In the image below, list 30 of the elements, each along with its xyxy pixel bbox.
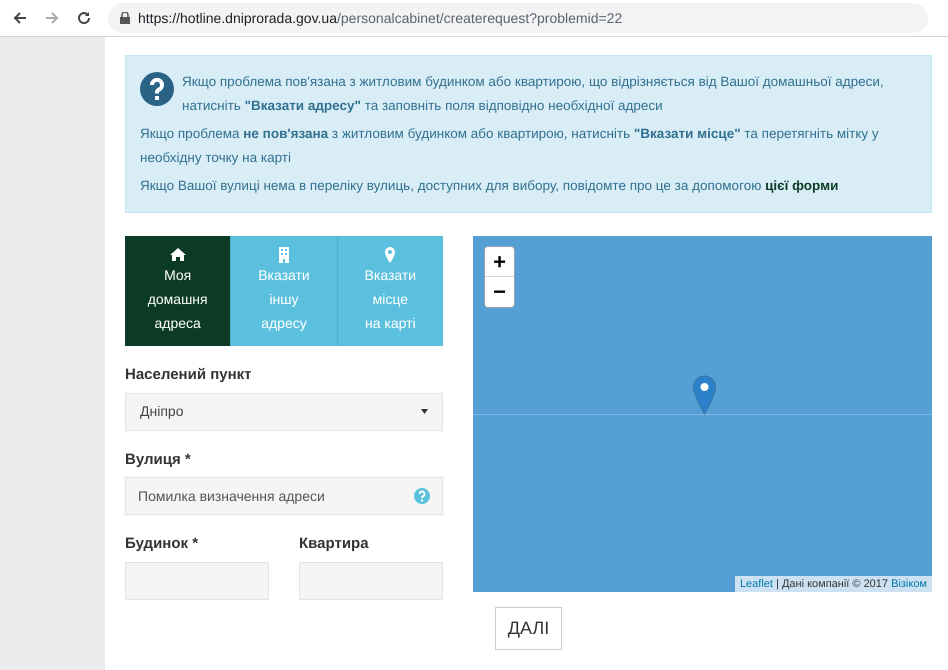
lock-icon	[120, 12, 130, 24]
address-bar[interactable]: https://hotline.dniprorada.gov.ua/personalcabinet/createrequest?problemid=22	[108, 3, 928, 33]
url-text: https://hotline.dniprorada.gov.ua/personalcabinet/createrequest?problemid=22	[138, 8, 622, 28]
map-attribution: Leaflet | Дані компанії © 2017 Візіком	[734, 576, 932, 592]
house-field[interactable]	[125, 562, 269, 600]
flat-field[interactable]	[299, 562, 443, 600]
zoom-out-button[interactable]: −	[485, 277, 514, 307]
form-link[interactable]: цієї форми	[765, 178, 838, 193]
next-button[interactable]: ДАЛІ	[495, 607, 562, 650]
address-tab[interactable]: Моя домашня адреса	[125, 236, 230, 346]
home-icon	[170, 247, 186, 263]
map-marker-icon	[692, 375, 717, 415]
zoom-in-button[interactable]: +	[485, 247, 514, 277]
info-text: Якщо проблема не пов'язана з житловим будинком або квартирою, натисніть "Вказати місце" та перетягніть мітку у необхідну точку на карті	[140, 125, 880, 167]
help-icon	[140, 72, 174, 106]
forward-icon[interactable]	[44, 10, 60, 26]
city-select[interactable]: Дніпро	[125, 392, 443, 430]
field-label: Будинок *	[125, 534, 200, 554]
info-text: Якщо Вашої вулиці нема в переліку вулиць, доступних для вибору, повідомте про це за допомогою	[140, 178, 762, 193]
field-label: Вулиця *	[125, 450, 192, 470]
back-icon[interactable]	[12, 10, 28, 26]
field-label: Квартира	[299, 534, 370, 554]
attribution-link[interactable]: Візіком	[891, 578, 927, 590]
attribution-link[interactable]: Leaflet	[740, 578, 773, 590]
caret-icon	[421, 409, 428, 414]
field-label: Населений пункт	[125, 365, 253, 385]
map[interactable]: + − Leaflet | Дані компанії © 2017 Візіком	[473, 236, 932, 592]
street-field[interactable]: Помилка визначення адреси	[125, 477, 443, 515]
help-icon	[414, 488, 430, 504]
reload-icon[interactable]	[76, 10, 92, 26]
